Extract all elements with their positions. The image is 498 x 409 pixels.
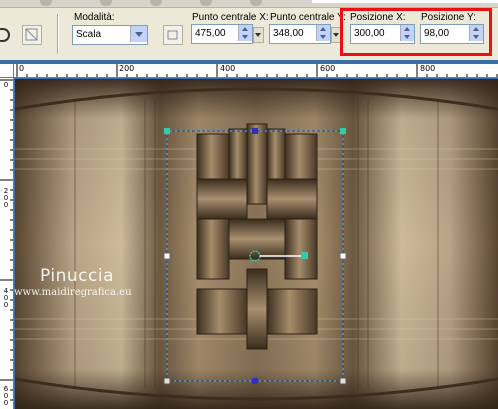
center-y-label: Punto centrale Y: (270, 12, 346, 23)
image-canvas[interactable] (15, 79, 498, 409)
vertical-ruler[interactable]: 0 2 0 0 4 0 0 6 0 0 (0, 78, 14, 409)
perspective-icon[interactable] (163, 25, 183, 45)
ruler-label: 6 0 0 (3, 385, 9, 407)
ruler-label: 800 (420, 64, 436, 73)
center-x-value: 475,00 (195, 28, 226, 39)
separator (57, 14, 59, 54)
center-x-input[interactable]: 475,00 (191, 24, 253, 44)
chevron-down-icon[interactable] (130, 26, 147, 42)
toolbar-icon[interactable] (40, 0, 52, 6)
toolbar-icon[interactable] (150, 0, 162, 6)
ruler-label: 0 (19, 64, 25, 73)
watermark-title: Pinuccia (40, 266, 114, 286)
toolbar-icon[interactable] (100, 0, 112, 6)
deform-tool-icon[interactable] (0, 28, 10, 42)
ruler-corner (0, 64, 14, 78)
ruler-label: 4 0 0 (3, 287, 9, 309)
spinner-icon[interactable] (238, 25, 252, 41)
menu-highlight (312, 0, 498, 3)
ruler-ticks (0, 79, 13, 401)
info-icon[interactable] (250, 0, 262, 6)
horizontal-ruler[interactable]: 0 200 400 600 800 (14, 64, 498, 78)
watermark-url: www.maidiregrafica.eu (14, 287, 132, 298)
position-highlight-box (340, 8, 492, 56)
ruler-label: 400 (220, 64, 236, 73)
mode-label: Modalità: (74, 12, 115, 23)
center-x-dropdown[interactable] (253, 27, 264, 43)
spinner-icon[interactable] (316, 25, 330, 41)
ruler-label: 0 (3, 81, 9, 89)
ruler-label: 2 0 0 (3, 187, 9, 209)
center-y-value: 348,00 (273, 28, 304, 39)
reset-icon[interactable] (22, 25, 42, 45)
ruler-label: 600 (320, 64, 336, 73)
center-y-input[interactable]: 348,00 (269, 24, 331, 44)
mode-select-value: Scala (76, 29, 102, 40)
menu-strip (0, 0, 498, 8)
ruler-label: 200 (119, 64, 135, 73)
center-x-label: Punto centrale X: (192, 12, 269, 23)
mode-select[interactable]: Scala (72, 25, 148, 45)
tan-abstract-artwork (15, 79, 498, 409)
toolbar-icon[interactable] (200, 0, 212, 6)
